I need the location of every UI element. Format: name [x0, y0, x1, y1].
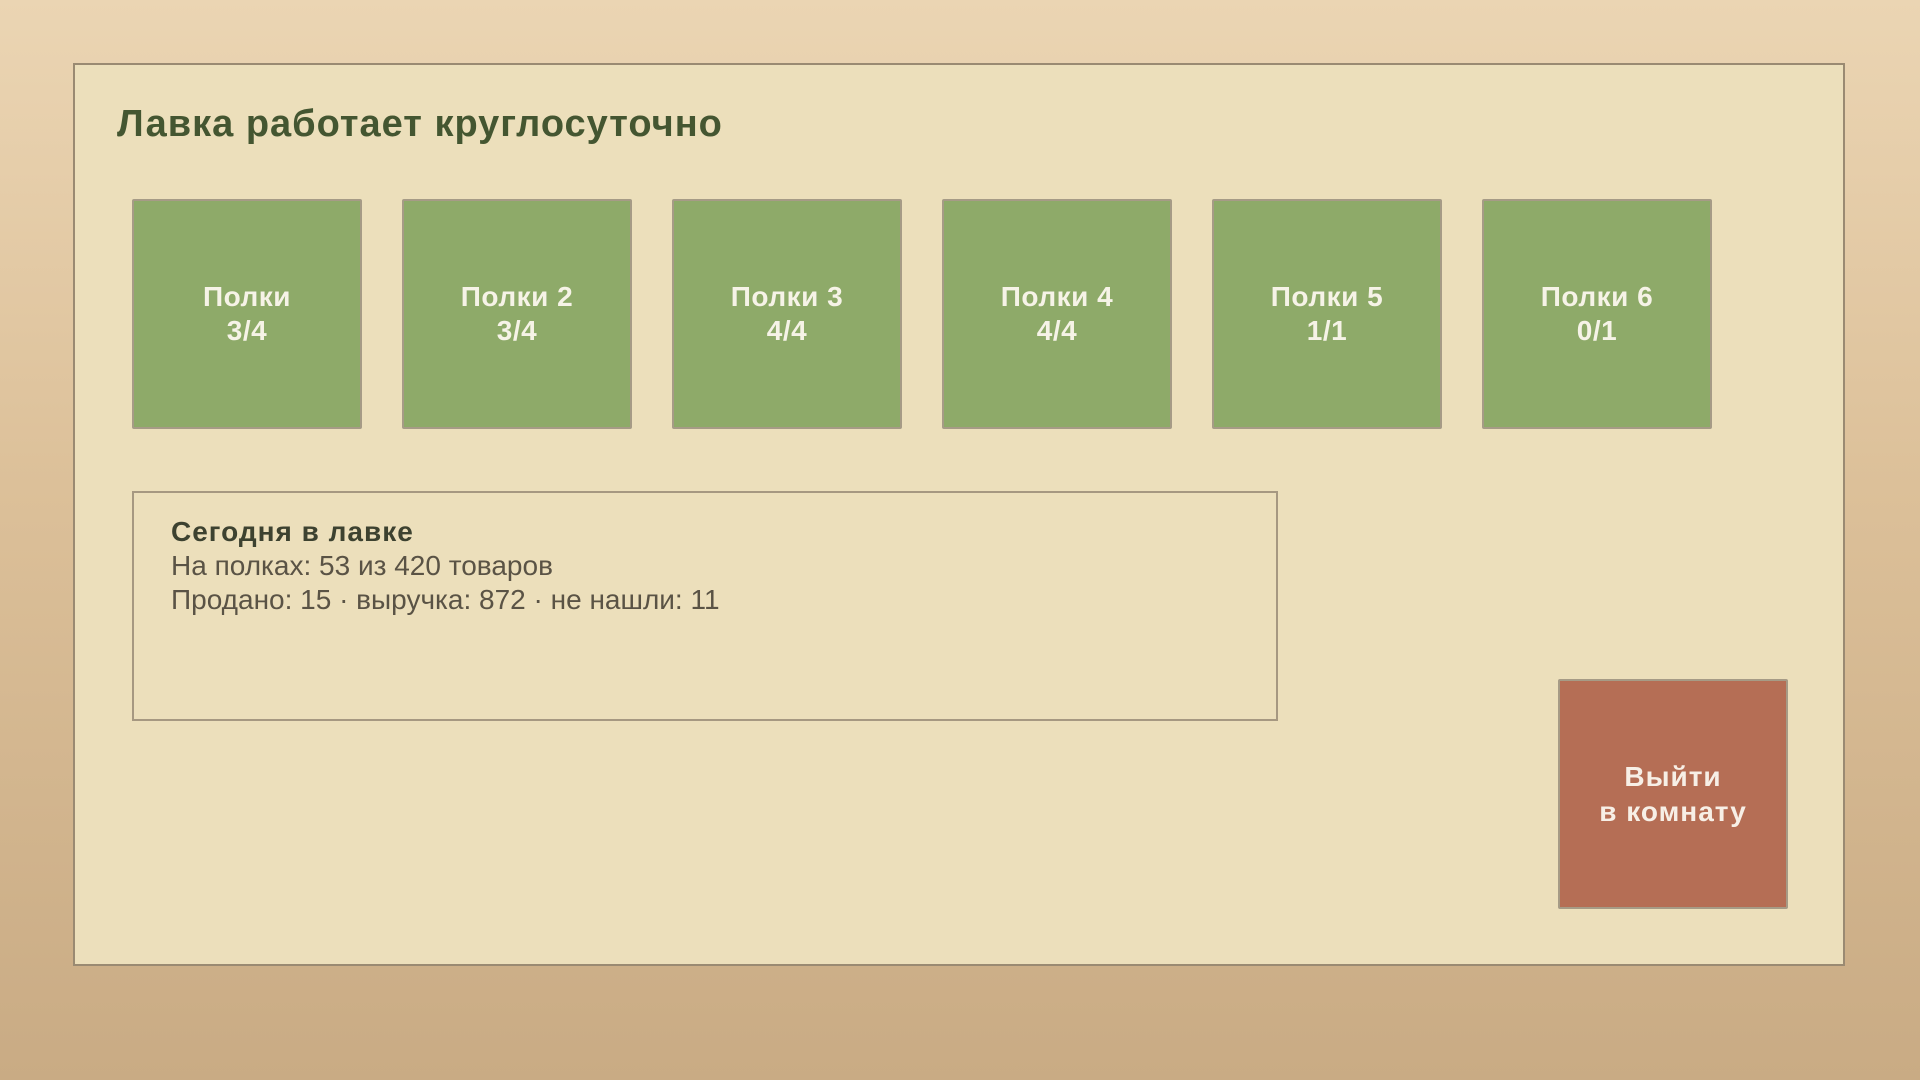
- shelf-count: 4/4: [1036, 315, 1078, 346]
- stats-stock-line: На полках: 53 из 420 товаров: [171, 550, 553, 581]
- shelf-count: 3/4: [496, 315, 538, 346]
- shelf-label: Полки: [202, 281, 292, 312]
- shelf-button-3[interactable]: Полки 3 4/4: [672, 199, 902, 429]
- shelf-button-4[interactable]: Полки 4 4/4: [942, 199, 1172, 429]
- exit-button-line1: Выйти: [1624, 761, 1722, 792]
- exit-button-line2: в комнату: [1599, 796, 1747, 827]
- shelf-button-6[interactable]: Полки 6 0/1: [1482, 199, 1712, 429]
- shelf-button-1[interactable]: Полки 3/4: [132, 199, 362, 429]
- shelf-button-2[interactable]: Полки 2 3/4: [402, 199, 632, 429]
- shelf-count: 0/1: [1576, 315, 1618, 346]
- shelf-button-5[interactable]: Полки 5 1/1: [1212, 199, 1442, 429]
- shelf-count: 4/4: [766, 315, 808, 346]
- shelf-label: Полки 6: [1540, 281, 1654, 312]
- shelf-count: 1/1: [1306, 315, 1348, 346]
- shop-title: Лавка работает круглосуточно: [117, 103, 723, 145]
- shelf-label: Полки 4: [1000, 281, 1114, 312]
- daily-stats-box: Сегодня в лавке На полках: 53 из 420 тов…: [132, 491, 1278, 721]
- shelf-label: Полки 2: [460, 281, 574, 312]
- shelf-label: Полки 5: [1270, 281, 1384, 312]
- shop-panel: Лавка работает круглосуточно Полки 3/4 П…: [73, 63, 1845, 966]
- exit-to-room-button[interactable]: Выйти в комнату: [1558, 679, 1788, 909]
- stats-title: Сегодня в лавке: [171, 516, 414, 547]
- stats-sales-line: Продано: 15 · выручка: 872 · не нашли: 1…: [171, 584, 720, 615]
- shelf-label: Полки 3: [730, 281, 844, 312]
- shelf-count: 3/4: [226, 315, 268, 346]
